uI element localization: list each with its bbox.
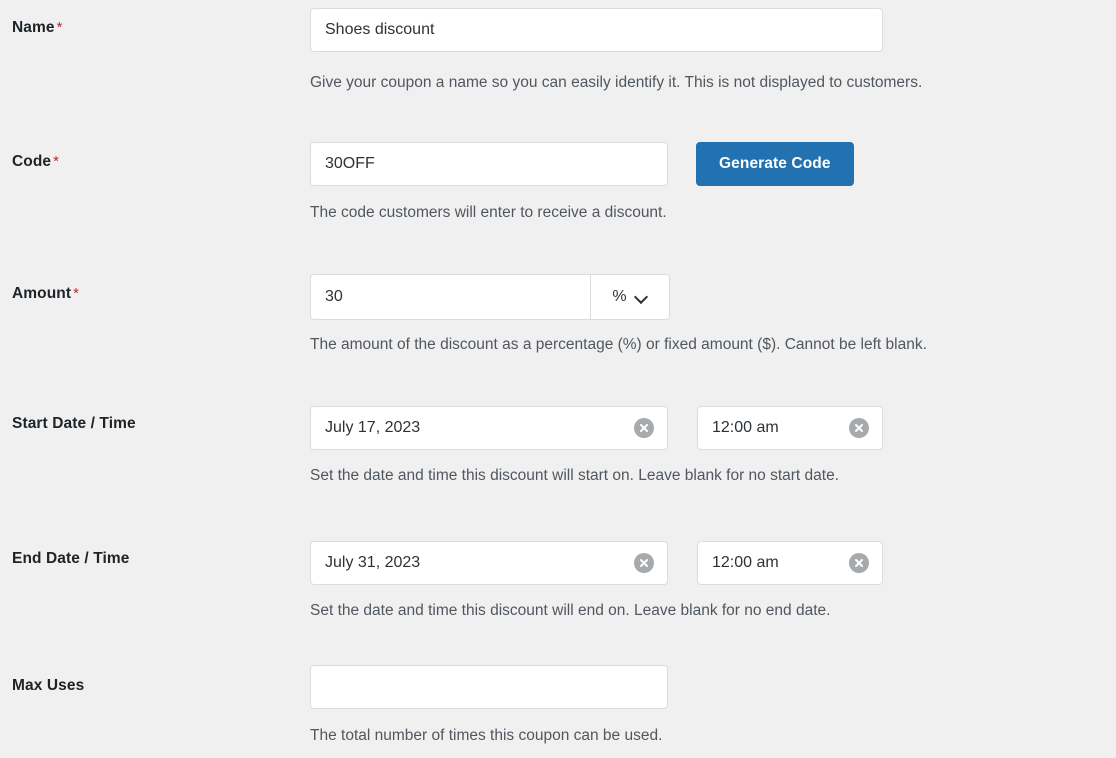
required-asterisk: * [53,153,59,170]
label-max-uses: Max Uses [12,676,292,696]
max-uses-input[interactable] [310,665,668,709]
start-date-input[interactable]: July 17, 2023 [310,406,668,450]
description-start-date: Set the date and time this discount will… [310,465,839,487]
description-end-date: Set the date and time this discount will… [310,600,830,622]
clear-icon[interactable] [634,553,654,573]
fields-code: 30OFF Generate Code [310,142,854,186]
label-end-date-text: End Date / Time [12,550,130,567]
fields-max-uses [310,665,668,709]
end-date-wrapper: July 31, 2023 [310,541,668,585]
coupon-settings-form: Name* Shoes discount Give your coupon a … [0,0,1116,758]
description-amount: The amount of the discount as a percenta… [310,334,927,356]
end-time-wrapper: 12:00 am [697,541,883,585]
label-start-date: Start Date / Time [12,414,292,434]
label-code: Code* [12,152,292,172]
start-date-wrapper: July 17, 2023 [310,406,668,450]
description-name: Give your coupon a name so you can easil… [310,72,922,94]
end-date-input[interactable]: July 31, 2023 [310,541,668,585]
label-code-text: Code [12,153,51,170]
amount-type-select[interactable]: % [591,275,669,319]
clear-icon[interactable] [849,553,869,573]
label-end-date: End Date / Time [12,549,292,569]
name-input[interactable]: Shoes discount [310,8,883,52]
chevron-down-icon [635,291,648,304]
fields-end-date: July 31, 2023 12:00 am [310,541,883,585]
amount-type-value: % [612,288,626,306]
label-name: Name* [12,18,292,38]
description-max-uses: The total number of times this coupon ca… [310,725,662,747]
clear-icon[interactable] [634,418,654,438]
amount-input[interactable]: 30 [311,275,591,319]
fields-start-date: July 17, 2023 12:00 am [310,406,883,450]
code-input[interactable]: 30OFF [310,142,668,186]
label-name-text: Name [12,19,55,36]
required-asterisk: * [57,19,63,36]
description-code: The code customers will enter to receive… [310,202,667,224]
label-amount-text: Amount [12,285,71,302]
label-start-date-text: Start Date / Time [12,415,136,432]
start-time-wrapper: 12:00 am [697,406,883,450]
label-amount: Amount* [12,284,292,304]
label-max-uses-text: Max Uses [12,677,84,694]
amount-combo: 30 % [310,274,670,320]
fields-amount: 30 % [310,274,670,320]
generate-code-button[interactable]: Generate Code [696,142,854,186]
fields-name: Shoes discount [310,8,883,52]
clear-icon[interactable] [849,418,869,438]
required-asterisk: * [73,285,79,302]
